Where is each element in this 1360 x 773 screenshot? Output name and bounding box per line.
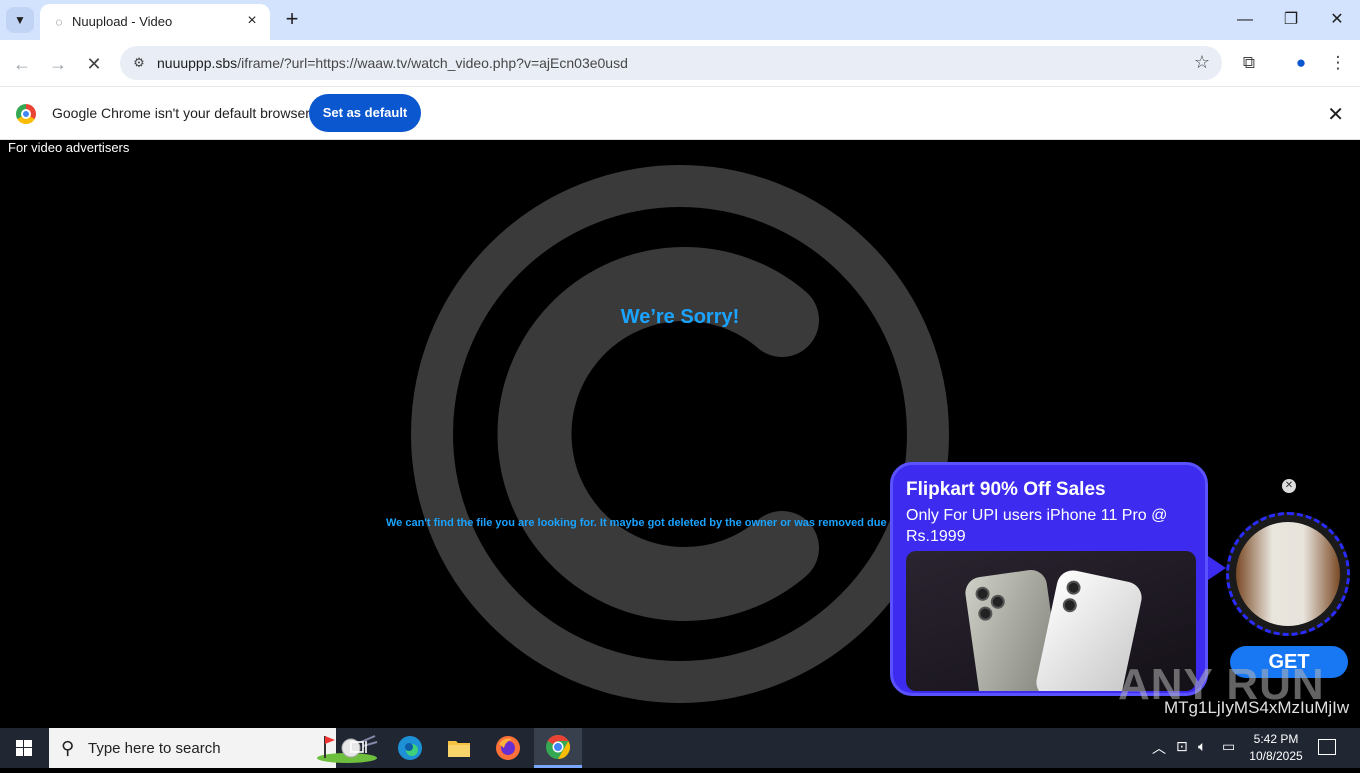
error-heading: We’re Sorry! [620, 306, 740, 328]
browser-toolbar: ← → ✕ ⚙ nuuuppp.sbs/iframe/?url=https://… [0, 40, 1360, 87]
new-tab-button[interactable]: + [280, 8, 304, 32]
windows-logo-icon [16, 740, 32, 756]
maximize-button[interactable]: ❐ [1276, 8, 1306, 32]
clock-date: 10/8/2025 [1249, 749, 1303, 763]
video-advertisers-link[interactable]: For video advertisers [8, 140, 129, 155]
extensions-icon[interactable]: ⧉ [1236, 50, 1262, 76]
stop-loading-button[interactable]: ✕ [82, 52, 106, 76]
infobar-message: Google Chrome isn't your default browser [52, 105, 310, 121]
forward-button[interactable]: → [46, 52, 70, 76]
start-button[interactable] [0, 728, 48, 768]
ad-headline: Flipkart 90% Off Sales [906, 479, 1106, 500]
chrome-icon [546, 734, 571, 759]
taskbar-clock[interactable]: 5:42 PM 10/8/2025 [1248, 731, 1304, 765]
menu-icon[interactable]: ⋮ [1325, 50, 1351, 76]
infobar-close-icon[interactable]: ✕ [1327, 102, 1344, 127]
watermark-id: MTg1LjIyMS4xMzIuMjIw [1164, 698, 1350, 717]
error-message: We can't find the file you are looking f… [386, 517, 890, 529]
chevron-down-icon: ▼ [14, 13, 26, 27]
set-as-default-button[interactable]: Set as default [309, 94, 421, 132]
folder-icon [448, 741, 470, 757]
default-browser-infobar: Google Chrome isn't your default browser… [0, 87, 1360, 140]
browser-tab[interactable]: ◌ Nuupload - Video × [40, 4, 270, 40]
taskbar-search-box[interactable]: ⚲ Type here to search [49, 728, 378, 768]
tab-close-icon[interactable]: × [242, 11, 262, 31]
tab-search-button[interactable]: ▼ [6, 7, 34, 33]
site-info-icon[interactable]: ⚙ [130, 54, 148, 72]
firefox-button[interactable] [484, 728, 532, 768]
ad-close-icon[interactable]: ✕ [1282, 479, 1296, 493]
firefox-icon [496, 736, 520, 760]
ad-thumbnail[interactable] [1226, 512, 1350, 636]
chrome-logo-icon [16, 104, 36, 124]
edge-button[interactable] [386, 728, 434, 768]
bookmark-star-icon[interactable]: ☆ [1194, 52, 1210, 73]
chevron-up-icon[interactable]: ︿ [1152, 738, 1166, 758]
url-text[interactable]: nuuuppp.sbs/iframe/?url=https://waaw.tv/… [157, 55, 628, 71]
loading-icon: ◌ [55, 15, 63, 29]
volume-icon[interactable]: 🔈︎ [1198, 738, 1206, 755]
profile-icon[interactable]: ● [1288, 50, 1314, 76]
ad-subtext: Only For UPI users iPhone 11 Pro @ Rs.19… [906, 507, 1168, 545]
ad-pointer [1208, 556, 1226, 580]
edge-icon [398, 736, 422, 760]
window-close-button[interactable]: ✕ [1322, 8, 1352, 32]
network-icon[interactable]: ▭ [1222, 738, 1235, 755]
notification-center-icon[interactable] [1318, 739, 1336, 755]
tab-strip: ▼ ◌ Nuupload - Video × + — ❐ ✕ [0, 0, 1360, 40]
search-icon: ⚲ [61, 738, 75, 758]
task-view-button[interactable] [336, 728, 384, 768]
chrome-taskbar-button[interactable] [534, 728, 582, 768]
minimize-button[interactable]: — [1230, 8, 1260, 32]
file-explorer-button[interactable] [435, 728, 483, 768]
clock-time: 5:42 PM [1253, 732, 1299, 746]
page-content: For video advertisers We’re Sorry! We ca… [0, 140, 1360, 728]
back-button[interactable]: ← [10, 52, 34, 76]
task-view-icon [350, 741, 367, 753]
search-placeholder: Type here to search [88, 740, 221, 757]
meet-now-icon[interactable]: ⊡ [1176, 738, 1188, 755]
windows-taskbar: ⚲ Type here to search ︿ ⊡ 🔈︎ ▭ 5:42 PM 1… [0, 728, 1360, 768]
tab-title: Nuupload - Video [72, 14, 173, 29]
address-bar[interactable]: ⚙ nuuuppp.sbs/iframe/?url=https://waaw.t… [120, 46, 1222, 80]
